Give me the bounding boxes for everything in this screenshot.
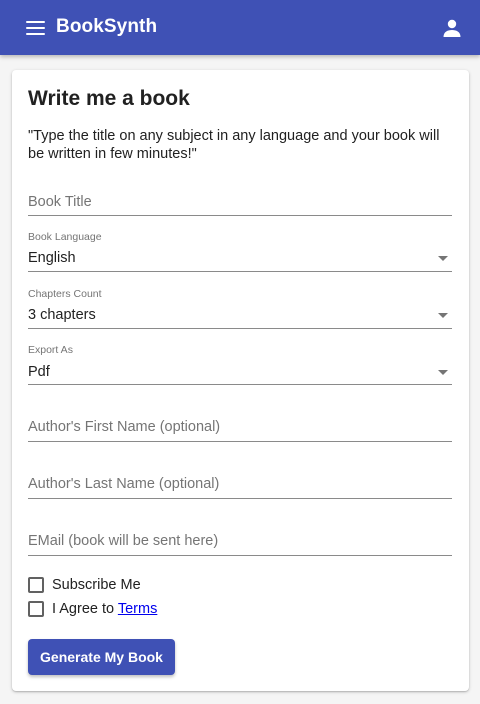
export-as-select[interactable]: Export As Pdf bbox=[28, 344, 452, 385]
form-subtitle: "Type the title on any subject in any la… bbox=[28, 128, 440, 162]
agree-terms-checkbox[interactable] bbox=[28, 601, 44, 617]
book-language-value: English bbox=[28, 250, 76, 266]
chevron-down-icon bbox=[438, 370, 448, 375]
book-language-select[interactable]: Book Language English bbox=[28, 231, 452, 272]
subscribe-label: Subscribe Me bbox=[52, 577, 141, 593]
account-icon[interactable] bbox=[441, 17, 463, 39]
chevron-down-icon bbox=[438, 256, 448, 261]
author-first-name-placeholder: Author's First Name (optional) bbox=[28, 419, 221, 435]
author-last-name-placeholder: Author's Last Name (optional) bbox=[28, 476, 220, 492]
author-last-name-input[interactable]: Author's Last Name (optional) bbox=[28, 463, 452, 499]
chapters-count-value: 3 chapters bbox=[28, 307, 96, 323]
agree-terms-label: I Agree to bbox=[52, 601, 115, 617]
author-first-name-input[interactable]: Author's First Name (optional) bbox=[28, 406, 452, 442]
agree-terms-label-group: I Agree to Terms bbox=[52, 600, 157, 618]
book-language-label: Book Language bbox=[28, 231, 102, 243]
chapters-count-label: Chapters Count bbox=[28, 288, 102, 300]
menu-icon[interactable] bbox=[26, 18, 46, 36]
terms-link[interactable]: Terms bbox=[118, 601, 157, 617]
book-title-placeholder: Book Title bbox=[28, 194, 92, 210]
app-bar: BookSynth bbox=[0, 0, 480, 55]
subscribe-checkbox[interactable] bbox=[28, 577, 44, 593]
chapters-count-select[interactable]: Chapters Count 3 chapters bbox=[28, 288, 452, 329]
email-placeholder: EMail (book will be sent here) bbox=[28, 533, 219, 549]
export-as-label: Export As bbox=[28, 344, 73, 356]
form-heading: Write me a book bbox=[28, 87, 190, 110]
book-form-card: Write me a book "Type the title on any s… bbox=[12, 70, 469, 691]
email-field[interactable]: EMail (book will be sent here) bbox=[28, 520, 452, 556]
app-title: BookSynth bbox=[56, 16, 158, 37]
export-as-value: Pdf bbox=[28, 364, 50, 380]
generate-book-button[interactable]: Generate My Book bbox=[28, 639, 175, 675]
chevron-down-icon bbox=[438, 313, 448, 318]
book-title-input[interactable]: Book Title bbox=[28, 185, 452, 216]
